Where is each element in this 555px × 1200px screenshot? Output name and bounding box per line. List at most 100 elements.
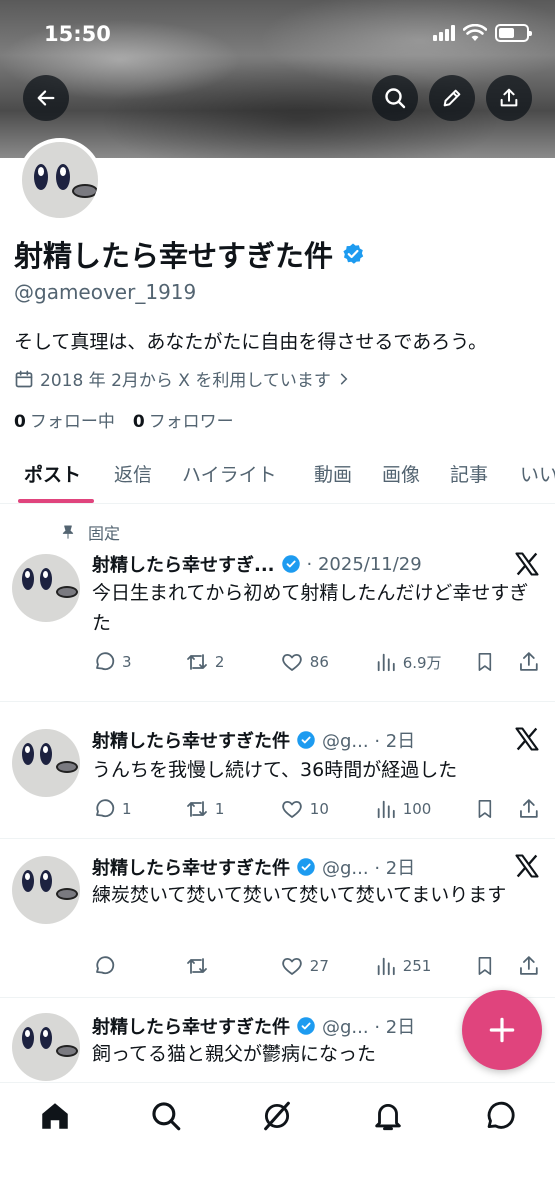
search-icon[interactable]: [149, 1099, 183, 1133]
profile-avatar[interactable]: [18, 138, 102, 222]
share-button[interactable]: [486, 75, 532, 121]
post-meta: @g... · 2日: [322, 858, 416, 879]
post-author-name[interactable]: 射精したら幸せすぎ...: [92, 551, 275, 577]
views-chart-icon: [377, 653, 395, 672]
post-author-name[interactable]: 射精したら幸せすぎた件: [92, 727, 290, 753]
post-item[interactable]: 射精したら幸せすぎた件 @g... · 2日 練炭焚いて焚いて焚いて焚いて焚いて…: [0, 840, 555, 998]
post-item[interactable]: 射精したら幸せすぎ... · 2025/11/29 今日生まれてから初めて射精し…: [0, 506, 555, 702]
verified-badge-icon[interactable]: [341, 242, 365, 266]
post-author-name[interactable]: 射精したら幸せすぎた件: [92, 1013, 290, 1039]
tab-posts[interactable]: ポスト: [24, 460, 81, 487]
repost-button[interactable]: [185, 954, 280, 978]
home-icon[interactable]: [38, 1099, 72, 1133]
verified-badge-icon: [297, 858, 315, 876]
views-count: 100: [402, 800, 432, 818]
tab-likes[interactable]: いい: [520, 460, 555, 487]
heart-icon: [282, 800, 302, 818]
calendar-icon: [15, 370, 33, 387]
like-button[interactable]: 27: [280, 954, 375, 978]
reply-button[interactable]: 3: [92, 650, 185, 674]
search-button[interactable]: [372, 75, 418, 121]
join-date[interactable]: 2018 年 2月から X を利用しています: [14, 366, 351, 391]
bookmark-icon[interactable]: [474, 650, 496, 674]
post-actions: 1 1 10 100: [92, 797, 541, 821]
post-avatar[interactable]: [12, 729, 80, 797]
post-author-name[interactable]: 射精したら幸せすぎた件: [92, 854, 290, 880]
arrow-left-icon: [37, 90, 55, 106]
messages-icon[interactable]: [482, 1099, 516, 1133]
following-link[interactable]: 0 フォロー中: [14, 407, 115, 432]
post-avatar[interactable]: [12, 856, 80, 924]
post-actions: 3 2 86 6.9万: [92, 650, 541, 674]
reply-count: 3: [122, 653, 132, 671]
views-button[interactable]: 251: [375, 955, 474, 977]
like-count: 10: [309, 800, 329, 818]
repost-icon: [187, 958, 207, 974]
back-button[interactable]: [23, 75, 69, 121]
tab-articles[interactable]: 記事: [450, 460, 488, 487]
post-header: 射精したら幸せすぎた件 @g... · 2日: [92, 1013, 459, 1039]
share-icon[interactable]: [517, 797, 541, 821]
status-bar: 15:50: [0, 0, 555, 70]
repost-icon: [187, 801, 207, 817]
post-text: うんちを我慢し続けて、36時間が経過した: [92, 759, 458, 781]
profile-bio: そして真理は、あなたがたに自由を得させるであろう。: [14, 331, 488, 353]
like-button[interactable]: 86: [280, 650, 375, 674]
reply-button[interactable]: 1: [92, 797, 185, 821]
share-icon[interactable]: [517, 954, 541, 978]
status-time: 15:50: [44, 22, 111, 46]
share-icon[interactable]: [517, 650, 541, 674]
share-icon: [500, 88, 518, 107]
reply-count: 1: [122, 800, 132, 818]
profile-name: 射精したら幸せすぎた件: [14, 233, 365, 275]
join-date-text: 2018 年 2月から X を利用しています: [40, 371, 331, 391]
chevron-right-icon: [340, 373, 348, 384]
edit-button[interactable]: [429, 75, 475, 121]
post-avatar[interactable]: [12, 554, 80, 622]
search-icon: [385, 88, 406, 109]
verified-badge-icon: [297, 1017, 315, 1035]
reply-icon: [96, 652, 115, 671]
x-logo-icon: [515, 854, 539, 878]
grok-icon[interactable]: [260, 1099, 294, 1133]
views-button[interactable]: 6.9万: [375, 651, 474, 673]
tab-images[interactable]: 画像: [382, 460, 420, 487]
tab-videos[interactable]: 動画: [314, 460, 352, 487]
heart-icon: [282, 957, 302, 975]
status-icons: [433, 24, 532, 42]
reply-button[interactable]: [92, 954, 185, 978]
post-item[interactable]: 射精したら幸せすぎた件 @g... · 2日 うんちを我慢し続けて、36時間が経…: [0, 703, 555, 839]
post-actions: 27 251: [92, 954, 541, 978]
follow-stats: 0 フォロー中 0 フォロワー: [14, 407, 234, 432]
followers-link[interactable]: 0 フォロワー: [133, 407, 234, 432]
tab-replies[interactable]: 返信: [114, 460, 152, 487]
tab-indicator: [18, 499, 94, 503]
bell-icon[interactable]: [371, 1099, 405, 1133]
post-header: 射精したら幸せすぎた件 @g... · 2日: [92, 727, 537, 753]
bottom-nav: [0, 1082, 555, 1200]
post-meta: @g... · 2日: [322, 731, 416, 752]
repost-button[interactable]: 1: [185, 797, 280, 821]
repost-icon: [187, 654, 207, 670]
tab-highlights[interactable]: ハイライト: [182, 460, 277, 487]
reply-icon: [96, 956, 115, 975]
like-count: 27: [309, 957, 329, 975]
like-button[interactable]: 10: [280, 797, 375, 821]
x-logo-icon: [515, 727, 539, 751]
profile-tabs: ポスト 返信 ハイライト 動画 画像 記事 いい: [0, 446, 555, 504]
repost-button[interactable]: 2: [185, 650, 280, 674]
compose-post-button[interactable]: [462, 990, 542, 1070]
bookmark-icon[interactable]: [474, 797, 496, 821]
heart-icon: [282, 653, 302, 671]
verified-badge-icon: [297, 731, 315, 749]
battery-icon: [495, 24, 532, 42]
verified-badge-icon: [281, 555, 300, 573]
x-logo-icon: [515, 552, 539, 576]
following-label: フォロー中: [29, 412, 115, 432]
bookmark-icon[interactable]: [474, 954, 496, 978]
plus-icon: [489, 1017, 515, 1043]
views-button[interactable]: 100: [375, 798, 474, 820]
post-avatar[interactable]: [12, 1013, 80, 1081]
pencil-icon: [443, 89, 461, 107]
post-meta: · 2025/11/29: [306, 553, 422, 575]
